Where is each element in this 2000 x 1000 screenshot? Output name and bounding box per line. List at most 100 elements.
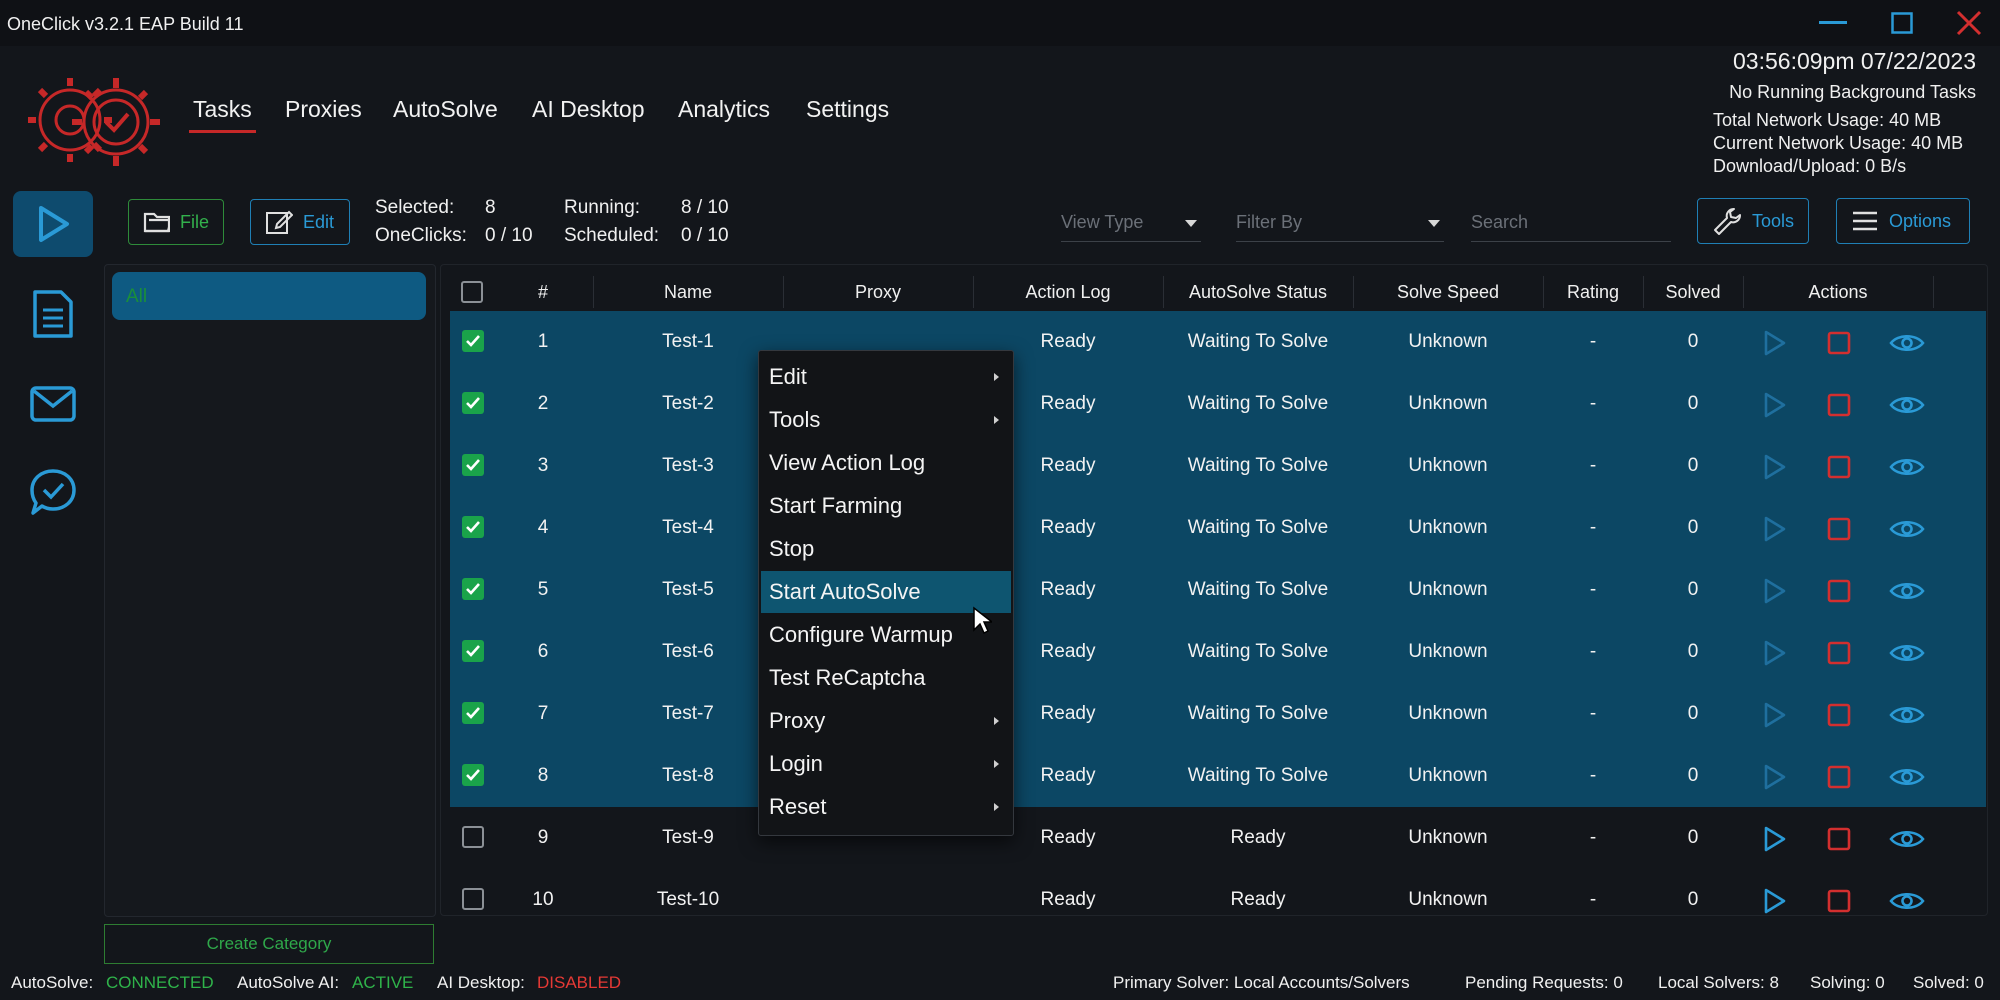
start-task-button[interactable] xyxy=(1759,700,1789,730)
table-row[interactable]: 9 Test-9 Ready Ready Unknown -0 xyxy=(450,807,1986,869)
play-icon xyxy=(1764,578,1786,604)
row-checkbox[interactable] xyxy=(462,516,484,538)
table-row[interactable]: 10 Test-10 Ready Ready Unknown - 0 xyxy=(450,869,1986,931)
column-header-rating[interactable]: Rating xyxy=(1543,270,1643,314)
search-input[interactable]: Search xyxy=(1471,206,1671,242)
stop-task-button[interactable] xyxy=(1824,762,1854,792)
table-row[interactable]: 5 Test-5 Ready Waiting To Solve Unknown -0 xyxy=(450,559,1986,621)
close-button[interactable] xyxy=(1947,6,1991,40)
stop-task-button[interactable] xyxy=(1824,886,1854,916)
table-row[interactable]: 3 Test-3 Ready Waiting To Solve Unknown -0 xyxy=(450,435,1986,497)
start-task-button[interactable] xyxy=(1759,886,1789,916)
table-row[interactable]: 1 Test-1 Ready Waiting To Solve Unknown -0 xyxy=(450,311,1986,373)
view-type-select[interactable]: View Type xyxy=(1061,206,1201,242)
stop-task-button[interactable] xyxy=(1824,514,1854,544)
start-task-button[interactable] xyxy=(1759,576,1789,606)
column-header-proxy[interactable]: Proxy xyxy=(783,270,973,314)
view-task-button[interactable] xyxy=(1887,824,1927,854)
view-task-button[interactable] xyxy=(1887,390,1927,420)
row-checkbox[interactable] xyxy=(462,764,484,786)
table-row[interactable]: 2 Test-2 Ready Waiting To Solve Unknown -0 xyxy=(450,373,1986,435)
view-task-button[interactable] xyxy=(1887,886,1927,916)
nav-autosolve[interactable]: AutoSolve xyxy=(393,96,498,123)
menu-item-view-action-log[interactable]: View Action Log xyxy=(761,442,1011,484)
menu-item-login[interactable]: Login xyxy=(761,743,1011,785)
menu-item-stop[interactable]: Stop xyxy=(761,528,1011,570)
tools-button[interactable]: Tools xyxy=(1697,198,1809,244)
row-checkbox[interactable] xyxy=(462,702,484,724)
view-task-button[interactable] xyxy=(1887,328,1927,358)
column-header-solved[interactable]: Solved xyxy=(1643,270,1743,314)
stop-task-button[interactable] xyxy=(1824,328,1854,358)
sidebar-mail[interactable] xyxy=(13,371,93,437)
start-task-button[interactable] xyxy=(1759,762,1789,792)
start-task-button[interactable] xyxy=(1759,514,1789,544)
edit-button[interactable]: Edit xyxy=(250,199,350,245)
sidebar-logs[interactable] xyxy=(13,281,93,347)
start-task-button[interactable] xyxy=(1759,452,1789,482)
row-checkbox[interactable] xyxy=(462,826,484,848)
row-checkbox[interactable] xyxy=(462,578,484,600)
row-checkbox[interactable] xyxy=(462,888,484,910)
table-row[interactable]: 8 Test-8 Ready Waiting To Solve Unknown -0 xyxy=(450,745,1986,807)
select-all-checkbox[interactable] xyxy=(461,281,483,303)
row-checkbox[interactable] xyxy=(462,330,484,352)
menu-item-reset[interactable]: Reset xyxy=(761,786,1011,828)
view-task-button[interactable] xyxy=(1887,700,1927,730)
menu-item-test-recaptcha[interactable]: Test ReCaptcha xyxy=(761,657,1011,699)
sidebar-tasks[interactable] xyxy=(13,191,93,257)
menu-item-edit[interactable]: Edit xyxy=(761,356,1011,398)
category-all[interactable]: All xyxy=(112,272,426,320)
cell-name: Test-2 xyxy=(662,393,714,414)
start-task-button[interactable] xyxy=(1759,638,1789,668)
menu-item-label: Start AutoSolve xyxy=(769,579,921,604)
nav-tasks[interactable]: Tasks xyxy=(189,96,256,133)
cell-number: 7 xyxy=(537,703,549,724)
view-task-button[interactable] xyxy=(1887,762,1927,792)
file-button[interactable]: File xyxy=(128,199,224,245)
nav-proxies[interactable]: Proxies xyxy=(285,96,362,123)
row-checkbox[interactable] xyxy=(462,454,484,476)
column-header-autosolve-status[interactable]: AutoSolve Status xyxy=(1163,270,1353,314)
nav-analytics[interactable]: Analytics xyxy=(678,96,770,123)
total-network-usage: Total Network Usage: 40 MB xyxy=(1713,110,1942,130)
nav-settings[interactable]: Settings xyxy=(806,96,889,123)
row-checkbox[interactable] xyxy=(462,640,484,662)
start-task-button[interactable] xyxy=(1759,328,1789,358)
local-solvers: Local Solvers: 8 xyxy=(1658,973,1779,992)
stop-task-button[interactable] xyxy=(1824,452,1854,482)
create-category-button[interactable]: Create Category xyxy=(104,924,434,964)
stop-task-button[interactable] xyxy=(1824,576,1854,606)
column-header-solve-speed[interactable]: Solve Speed xyxy=(1353,270,1543,314)
menu-item-start-farming[interactable]: Start Farming xyxy=(761,485,1011,527)
stop-task-button[interactable] xyxy=(1824,700,1854,730)
chevron-right-icon xyxy=(994,803,999,811)
options-button[interactable]: Options xyxy=(1836,198,1970,244)
table-row[interactable]: 6 Test-6 Ready Waiting To Solve Unknown -0 xyxy=(450,621,1986,683)
maximize-button[interactable] xyxy=(1880,6,1924,40)
row-checkbox[interactable] xyxy=(462,392,484,414)
minimize-button[interactable] xyxy=(1811,6,1855,40)
view-task-button[interactable] xyxy=(1887,576,1927,606)
table-row[interactable]: 4 Test-4 Ready Waiting To Solve Unknown -0 xyxy=(450,497,1986,559)
stop-task-button[interactable] xyxy=(1824,390,1854,420)
start-task-button[interactable] xyxy=(1759,390,1789,420)
nav-ai-desktop[interactable]: AI Desktop xyxy=(532,96,645,123)
view-task-button[interactable] xyxy=(1887,514,1927,544)
checkmark-icon xyxy=(466,335,480,347)
logo-gear-check-icon xyxy=(28,78,160,166)
autosolve-ai-label: AutoSolve AI: xyxy=(237,973,340,992)
table-row[interactable]: 7 Test-7 Ready Waiting To Solve Unknown -0 xyxy=(450,683,1986,745)
filter-by-select[interactable]: Filter By xyxy=(1236,206,1444,242)
column-header-number[interactable]: # xyxy=(493,270,593,314)
sidebar-chat[interactable] xyxy=(13,459,93,525)
view-task-button[interactable] xyxy=(1887,638,1927,668)
view-task-button[interactable] xyxy=(1887,452,1927,482)
stop-task-button[interactable] xyxy=(1824,638,1854,668)
column-header-action-log[interactable]: Action Log xyxy=(973,270,1163,314)
start-task-button[interactable] xyxy=(1759,824,1789,854)
menu-item-tools[interactable]: Tools xyxy=(761,399,1011,441)
column-header-name[interactable]: Name xyxy=(593,270,783,314)
stop-task-button[interactable] xyxy=(1824,824,1854,854)
menu-item-proxy[interactable]: Proxy xyxy=(761,700,1011,742)
